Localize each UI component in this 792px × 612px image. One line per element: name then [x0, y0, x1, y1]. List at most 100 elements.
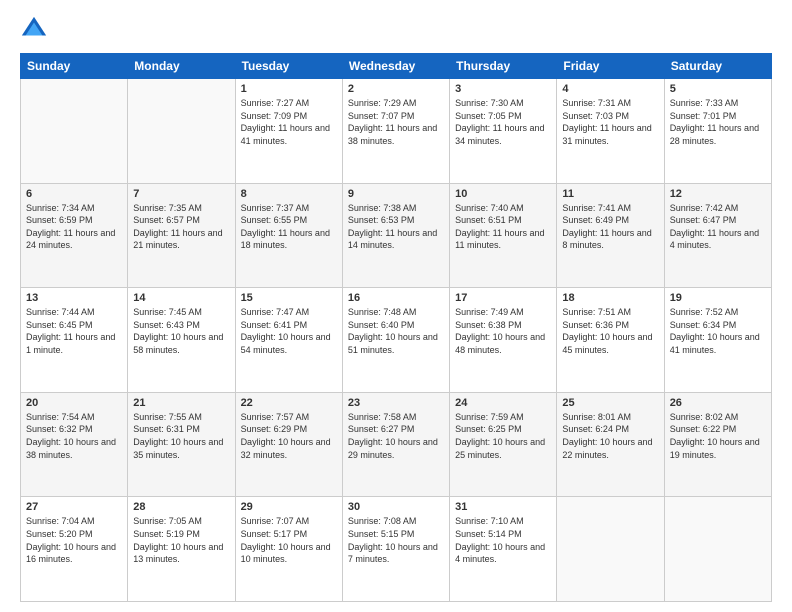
day-info: Sunrise: 7:30 AM Sunset: 7:05 PM Dayligh…: [455, 97, 551, 147]
weekday-header-friday: Friday: [557, 54, 664, 79]
week-row-3: 13 Sunrise: 7:44 AM Sunset: 6:45 PM Dayli…: [21, 288, 772, 393]
week-row-1: 1 Sunrise: 7:27 AM Sunset: 7:09 PM Daylig…: [21, 79, 772, 184]
day-number: 27: [26, 501, 122, 513]
day-info: Sunrise: 7:34 AM Sunset: 6:59 PM Dayligh…: [26, 202, 122, 252]
day-info: Sunrise: 7:55 AM Sunset: 6:31 PM Dayligh…: [133, 411, 229, 461]
day-number: 16: [348, 292, 444, 304]
calendar-cell: 4 Sunrise: 7:31 AM Sunset: 7:03 PM Daylig…: [557, 79, 664, 184]
day-info: Sunrise: 7:27 AM Sunset: 7:09 PM Dayligh…: [241, 97, 337, 147]
calendar-cell: 28 Sunrise: 7:05 AM Sunset: 5:19 PM Dayli…: [128, 497, 235, 602]
weekday-header-row: SundayMondayTuesdayWednesdayThursdayFrid…: [21, 54, 772, 79]
day-info: Sunrise: 8:02 AM Sunset: 6:22 PM Dayligh…: [670, 411, 766, 461]
calendar-cell: 11 Sunrise: 7:41 AM Sunset: 6:49 PM Dayli…: [557, 183, 664, 288]
day-number: 9: [348, 188, 444, 200]
calendar-cell: 31 Sunrise: 7:10 AM Sunset: 5:14 PM Dayli…: [450, 497, 557, 602]
day-number: 21: [133, 397, 229, 409]
calendar-cell: 8Sunrise: 7:37 AM Sunset: 6:55 PM Daylig…: [235, 183, 342, 288]
day-number: 15: [241, 292, 337, 304]
weekday-header-sunday: Sunday: [21, 54, 128, 79]
week-row-4: 20 Sunrise: 7:54 AM Sunset: 6:32 PM Dayli…: [21, 392, 772, 497]
day-number: 28: [133, 501, 229, 513]
calendar-cell: 14Sunrise: 7:45 AM Sunset: 6:43 PM Dayli…: [128, 288, 235, 393]
calendar-cell: 10 Sunrise: 7:40 AM Sunset: 6:51 PM Dayli…: [450, 183, 557, 288]
day-number: 6: [26, 188, 122, 200]
page: SundayMondayTuesdayWednesdayThursdayFrid…: [0, 0, 792, 612]
calendar-cell: 26Sunrise: 8:02 AM Sunset: 6:22 PM Dayli…: [664, 392, 771, 497]
day-number: 25: [562, 397, 658, 409]
calendar-cell: 16 Sunrise: 7:48 AM Sunset: 6:40 PM Dayli…: [342, 288, 449, 393]
day-info: Sunrise: 7:38 AM Sunset: 6:53 PM Dayligh…: [348, 202, 444, 252]
day-info: Sunrise: 7:07 AM Sunset: 5:17 PM Dayligh…: [241, 515, 337, 565]
day-info: Sunrise: 7:40 AM Sunset: 6:51 PM Dayligh…: [455, 202, 551, 252]
day-info: Sunrise: 7:54 AM Sunset: 6:32 PM Dayligh…: [26, 411, 122, 461]
day-info: Sunrise: 7:10 AM Sunset: 5:14 PM Dayligh…: [455, 515, 551, 565]
calendar-cell: 30 Sunrise: 7:08 AM Sunset: 5:15 PM Dayli…: [342, 497, 449, 602]
calendar-cell: 15 Sunrise: 7:47 AM Sunset: 6:41 PM Dayli…: [235, 288, 342, 393]
calendar-cell: 13 Sunrise: 7:44 AM Sunset: 6:45 PM Dayli…: [21, 288, 128, 393]
calendar-cell: 2 Sunrise: 7:29 AM Sunset: 7:07 PM Daylig…: [342, 79, 449, 184]
calendar-cell: [128, 79, 235, 184]
calendar-cell: [664, 497, 771, 602]
calendar-cell: 20 Sunrise: 7:54 AM Sunset: 6:32 PM Dayli…: [21, 392, 128, 497]
calendar-cell: 9 Sunrise: 7:38 AM Sunset: 6:53 PM Daylig…: [342, 183, 449, 288]
calendar-cell: 5Sunrise: 7:33 AM Sunset: 7:01 PM Daylig…: [664, 79, 771, 184]
calendar-cell: 7 Sunrise: 7:35 AM Sunset: 6:57 PM Daylig…: [128, 183, 235, 288]
day-number: 5: [670, 83, 766, 95]
day-info: Sunrise: 7:08 AM Sunset: 5:15 PM Dayligh…: [348, 515, 444, 565]
day-number: 31: [455, 501, 551, 513]
calendar-cell: 12Sunrise: 7:42 AM Sunset: 6:47 PM Dayli…: [664, 183, 771, 288]
day-number: 2: [348, 83, 444, 95]
day-info: Sunrise: 7:31 AM Sunset: 7:03 PM Dayligh…: [562, 97, 658, 147]
day-number: 22: [241, 397, 337, 409]
calendar-cell: 24Sunrise: 7:59 AM Sunset: 6:25 PM Dayli…: [450, 392, 557, 497]
calendar-cell: 18 Sunrise: 7:51 AM Sunset: 6:36 PM Dayli…: [557, 288, 664, 393]
day-number: 30: [348, 501, 444, 513]
calendar-cell: 25 Sunrise: 8:01 AM Sunset: 6:24 PM Dayli…: [557, 392, 664, 497]
calendar-cell: 22 Sunrise: 7:57 AM Sunset: 6:29 PM Dayli…: [235, 392, 342, 497]
week-row-2: 6 Sunrise: 7:34 AM Sunset: 6:59 PM Daylig…: [21, 183, 772, 288]
weekday-header-tuesday: Tuesday: [235, 54, 342, 79]
day-info: Sunrise: 7:49 AM Sunset: 6:38 PM Dayligh…: [455, 306, 551, 356]
week-row-5: 27 Sunrise: 7:04 AM Sunset: 5:20 PM Dayli…: [21, 497, 772, 602]
day-info: Sunrise: 7:29 AM Sunset: 7:07 PM Dayligh…: [348, 97, 444, 147]
day-number: 18: [562, 292, 658, 304]
calendar-table: SundayMondayTuesdayWednesdayThursdayFrid…: [20, 53, 772, 602]
calendar-cell: 23Sunrise: 7:58 AM Sunset: 6:27 PM Dayli…: [342, 392, 449, 497]
calendar-cell: [21, 79, 128, 184]
day-number: 19: [670, 292, 766, 304]
weekday-header-wednesday: Wednesday: [342, 54, 449, 79]
day-info: Sunrise: 7:47 AM Sunset: 6:41 PM Dayligh…: [241, 306, 337, 356]
calendar-cell: 3Sunrise: 7:30 AM Sunset: 7:05 PM Daylig…: [450, 79, 557, 184]
day-info: Sunrise: 7:41 AM Sunset: 6:49 PM Dayligh…: [562, 202, 658, 252]
day-info: Sunrise: 7:37 AM Sunset: 6:55 PM Dayligh…: [241, 202, 337, 252]
day-number: 23: [348, 397, 444, 409]
day-number: 24: [455, 397, 551, 409]
calendar-cell: 19 Sunrise: 7:52 AM Sunset: 6:34 PM Dayli…: [664, 288, 771, 393]
day-number: 4: [562, 83, 658, 95]
day-number: 13: [26, 292, 122, 304]
calendar-cell: 21 Sunrise: 7:55 AM Sunset: 6:31 PM Dayli…: [128, 392, 235, 497]
day-number: 14: [133, 292, 229, 304]
header: [20, 15, 772, 43]
day-number: 20: [26, 397, 122, 409]
day-info: Sunrise: 7:57 AM Sunset: 6:29 PM Dayligh…: [241, 411, 337, 461]
day-info: Sunrise: 7:48 AM Sunset: 6:40 PM Dayligh…: [348, 306, 444, 356]
calendar-cell: 1 Sunrise: 7:27 AM Sunset: 7:09 PM Daylig…: [235, 79, 342, 184]
day-number: 12: [670, 188, 766, 200]
day-number: 7: [133, 188, 229, 200]
day-info: Sunrise: 7:05 AM Sunset: 5:19 PM Dayligh…: [133, 515, 229, 565]
day-number: 1: [241, 83, 337, 95]
day-info: Sunrise: 7:51 AM Sunset: 6:36 PM Dayligh…: [562, 306, 658, 356]
day-info: Sunrise: 7:04 AM Sunset: 5:20 PM Dayligh…: [26, 515, 122, 565]
calendar-cell: 29 Sunrise: 7:07 AM Sunset: 5:17 PM Dayli…: [235, 497, 342, 602]
day-number: 29: [241, 501, 337, 513]
weekday-header-saturday: Saturday: [664, 54, 771, 79]
logo: [20, 15, 52, 43]
day-number: 11: [562, 188, 658, 200]
day-info: Sunrise: 7:52 AM Sunset: 6:34 PM Dayligh…: [670, 306, 766, 356]
day-info: Sunrise: 7:44 AM Sunset: 6:45 PM Dayligh…: [26, 306, 122, 356]
day-info: Sunrise: 7:35 AM Sunset: 6:57 PM Dayligh…: [133, 202, 229, 252]
logo-icon: [20, 15, 48, 43]
day-number: 10: [455, 188, 551, 200]
day-info: Sunrise: 8:01 AM Sunset: 6:24 PM Dayligh…: [562, 411, 658, 461]
